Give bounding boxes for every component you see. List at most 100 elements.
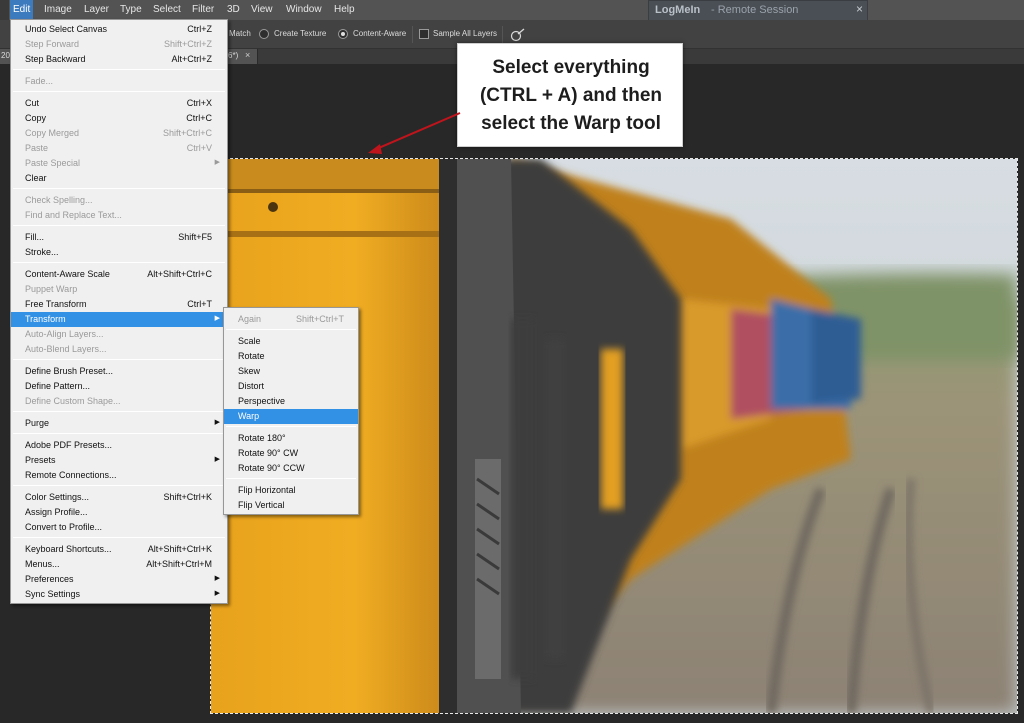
transform-item-scale[interactable]: Scale — [224, 334, 358, 349]
menu-item-label: Free Transform — [25, 299, 87, 309]
menu-item-label: Paste Special — [25, 158, 81, 168]
transform-item-rotate-90-ccw[interactable]: Rotate 90° CCW — [224, 461, 358, 476]
transform-item-rotate[interactable]: Rotate — [224, 349, 358, 364]
menu-item-shortcut: Shift+F5 — [178, 232, 212, 242]
app-logo — [0, 0, 9, 20]
menu-type[interactable]: Type — [117, 0, 145, 20]
transform-item-warp[interactable]: Warp — [224, 409, 358, 424]
menu-item-step-backward[interactable]: Step Backward Alt+Ctrl+Z — [11, 52, 227, 67]
menu-item-presets[interactable]: Presets ▶ — [11, 453, 227, 468]
menu-item-label: Define Custom Shape... — [25, 396, 121, 406]
menu-item-free-transform[interactable]: Free Transform Ctrl+T — [11, 297, 227, 312]
menu-item-remote-connections[interactable]: Remote Connections... — [11, 468, 227, 483]
menu-edit[interactable]: Edit — [10, 0, 34, 20]
transform-item-rotate-90-cw[interactable]: Rotate 90° CW — [224, 446, 358, 461]
menu-view[interactable]: View — [248, 0, 276, 20]
sample-all-layers-checkbox[interactable] — [419, 29, 429, 39]
menu-item-auto-align-layers: Auto-Align Layers... — [11, 327, 227, 342]
close-icon[interactable]: × — [245, 50, 250, 60]
menu-item-undo-select-canvas[interactable]: Undo Select Canvas Ctrl+Z — [11, 22, 227, 37]
menu-item-copy[interactable]: Copy Ctrl+C — [11, 111, 227, 126]
menu-item-label: Scale — [238, 336, 261, 346]
menu-item-preferences[interactable]: Preferences ▶ — [11, 572, 227, 587]
menu-item-content-aware-scale[interactable]: Content-Aware Scale Alt+Shift+Ctrl+C — [11, 267, 227, 282]
create-texture-label: Create Texture — [274, 29, 327, 38]
menu-item-shortcut: Alt+Shift+Ctrl+M — [146, 559, 212, 569]
match-label: Match — [229, 29, 251, 38]
transform-item-perspective[interactable]: Perspective — [224, 394, 358, 409]
menu-item-label: Step Backward — [25, 54, 86, 64]
menu-item-define-brush-preset[interactable]: Define Brush Preset... — [11, 364, 227, 379]
instruction-callout: Select everything (CTRL + A) and then se… — [457, 43, 683, 147]
menu-separator — [226, 329, 356, 330]
menu-item-check-spelling: Check Spelling... — [11, 193, 227, 208]
transform-item-rotate-180[interactable]: Rotate 180° — [224, 431, 358, 446]
menu-item-label: Perspective — [238, 396, 286, 406]
menu-item-label: Auto-Blend Layers... — [25, 344, 107, 354]
menu-item-label: Keyboard Shortcuts... — [25, 544, 112, 554]
brush-pressure-icon[interactable] — [510, 28, 526, 42]
menu-item-find-and-replace-text: Find and Replace Text... — [11, 208, 227, 223]
menu-item-shortcut: Alt+Ctrl+Z — [171, 54, 212, 64]
menu-layer[interactable]: Layer — [81, 0, 112, 20]
menu-item-paste-special: Paste Special ▶ — [11, 156, 227, 171]
transform-item-skew[interactable]: Skew — [224, 364, 358, 379]
menu-item-label: Adobe PDF Presets... — [25, 440, 113, 450]
menu-item-label: Assign Profile... — [25, 507, 88, 517]
menu-item-stroke[interactable]: Stroke... — [11, 245, 227, 260]
menu-item-shortcut: Shift+Ctrl+Z — [163, 39, 212, 49]
menu-item-shortcut: Alt+Shift+Ctrl+K — [147, 544, 212, 554]
menu-item-keyboard-shortcuts[interactable]: Keyboard Shortcuts... Alt+Shift+Ctrl+K — [11, 542, 227, 557]
menu-help[interactable]: Help — [331, 0, 358, 20]
submenu-arrow-icon: ▶ — [214, 315, 220, 322]
create-texture-radio[interactable] — [259, 29, 269, 39]
menu-separator — [13, 69, 225, 70]
menu-item-label: Skew — [238, 366, 261, 376]
sample-all-layers-label: Sample All Layers — [433, 29, 498, 38]
menu-bar: Edit Image Layer Type Select Filter 3D V… — [0, 0, 1024, 21]
menu-item-shortcut: Ctrl+V — [186, 143, 212, 153]
menu-item-cut[interactable]: Cut Ctrl+X — [11, 96, 227, 111]
menu-separator — [13, 411, 225, 412]
menu-item-assign-profile[interactable]: Assign Profile... — [11, 505, 227, 520]
options-divider — [502, 26, 503, 43]
menu-separator — [13, 225, 225, 226]
menu-filter[interactable]: Filter — [189, 0, 217, 20]
transform-item-distort[interactable]: Distort — [224, 379, 358, 394]
menu-window[interactable]: Window — [283, 0, 325, 20]
menu-item-shortcut: Alt+Shift+Ctrl+C — [147, 269, 212, 279]
menu-item-puppet-warp: Puppet Warp — [11, 282, 227, 297]
menu-item-label: Content-Aware Scale — [25, 269, 110, 279]
menu-item-adobe-pdf-presets[interactable]: Adobe PDF Presets... — [11, 438, 227, 453]
menu-item-label: Puppet Warp — [25, 284, 78, 294]
menu-item-color-settings[interactable]: Color Settings... Shift+Ctrl+K — [11, 490, 227, 505]
content-aware-radio[interactable] — [338, 29, 348, 39]
menu-item-label: Purge — [25, 418, 50, 428]
menu-item-label: Rotate 90° CW — [238, 448, 299, 458]
menu-item-convert-to-profile[interactable]: Convert to Profile... — [11, 520, 227, 535]
menu-item-transform[interactable]: Transform ▶ — [11, 312, 227, 327]
menu-item-label: Clear — [25, 173, 47, 183]
transform-item-flip-vertical[interactable]: Flip Vertical — [224, 498, 358, 513]
menu-item-label: Define Pattern... — [25, 381, 91, 391]
close-icon[interactable]: × — [856, 2, 863, 16]
remote-session-bar: LogMeIn - Remote Session × — [648, 0, 868, 21]
menu-3d[interactable]: 3D — [224, 0, 243, 20]
menu-item-label: Distort — [238, 381, 265, 391]
transform-item-flip-horizontal[interactable]: Flip Horizontal — [224, 483, 358, 498]
menu-item-label: Undo Select Canvas — [25, 24, 108, 34]
submenu-arrow-icon: ▶ — [214, 590, 220, 597]
menu-item-menus[interactable]: Menus... Alt+Shift+Ctrl+M — [11, 557, 227, 572]
menu-item-clear[interactable]: Clear — [11, 171, 227, 186]
menu-item-sync-settings[interactable]: Sync Settings ▶ — [11, 587, 227, 602]
menu-separator — [13, 485, 225, 486]
menu-image[interactable]: Image — [41, 0, 75, 20]
menu-item-purge[interactable]: Purge ▶ — [11, 416, 227, 431]
menu-item-fill[interactable]: Fill... Shift+F5 — [11, 230, 227, 245]
menu-item-label: Again — [238, 314, 262, 324]
transform-item-again: Again Shift+Ctrl+T — [224, 312, 358, 327]
menu-item-define-pattern[interactable]: Define Pattern... — [11, 379, 227, 394]
menu-item-label: Convert to Profile... — [25, 522, 103, 532]
menu-item-define-custom-shape: Define Custom Shape... — [11, 394, 227, 409]
menu-select[interactable]: Select — [150, 0, 184, 20]
